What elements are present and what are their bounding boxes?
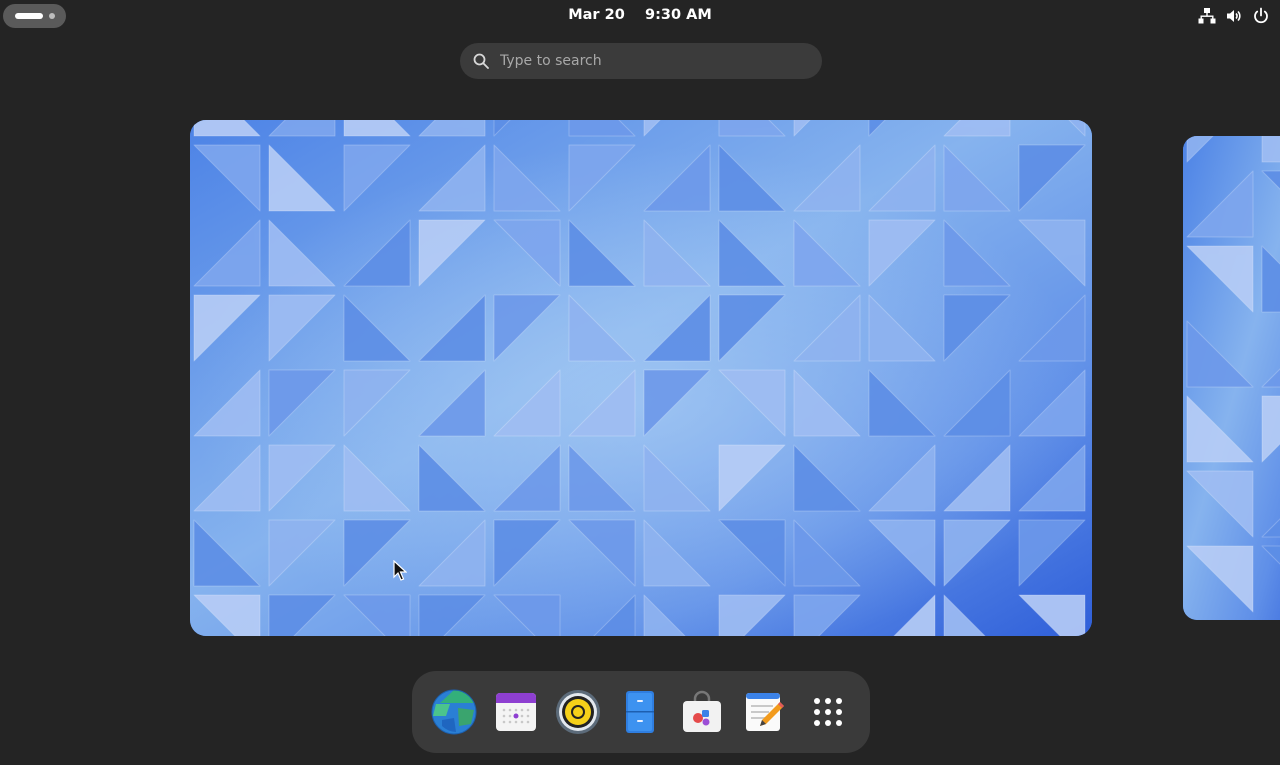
network-wired-icon[interactable] — [1198, 7, 1216, 25]
app-grid-icon — [814, 698, 842, 726]
clock-time: 9:30 AM — [645, 7, 712, 23]
wallpaper-next — [1183, 136, 1280, 620]
dock-app-web-browser[interactable] — [430, 688, 478, 736]
clock-date: Mar 20 — [568, 7, 625, 23]
dock-app-software[interactable] — [678, 688, 726, 736]
software-bag-icon — [683, 690, 721, 732]
top-bar: Mar 20 9:30 AM — [0, 0, 1280, 32]
speaker-icon — [556, 690, 600, 734]
calendar-icon — [496, 693, 536, 731]
dock-app-text-editor[interactable] — [740, 688, 788, 736]
wallpaper — [190, 120, 1092, 636]
globe-icon — [431, 689, 477, 735]
dock-app-files[interactable] — [616, 688, 664, 736]
workspace-thumbnail-next[interactable] — [1183, 136, 1280, 620]
dock — [412, 671, 870, 753]
search-input[interactable] — [500, 43, 800, 79]
dock-app-rhythmbox[interactable] — [554, 688, 602, 736]
dock-app-calendar[interactable] — [492, 688, 540, 736]
system-tray[interactable] — [1198, 6, 1270, 26]
clock-button[interactable]: Mar 20 9:30 AM — [0, 7, 1280, 23]
power-icon[interactable] — [1252, 7, 1270, 25]
workspace-thumbnail-active[interactable] — [190, 120, 1092, 636]
search-bar[interactable] — [460, 43, 822, 79]
search-icon — [473, 53, 489, 69]
dock-show-apps[interactable] — [804, 688, 852, 736]
file-cabinet-icon — [626, 691, 654, 733]
mouse-cursor — [393, 560, 407, 581]
volume-icon[interactable] — [1225, 7, 1243, 25]
text-editor-icon — [746, 693, 784, 731]
